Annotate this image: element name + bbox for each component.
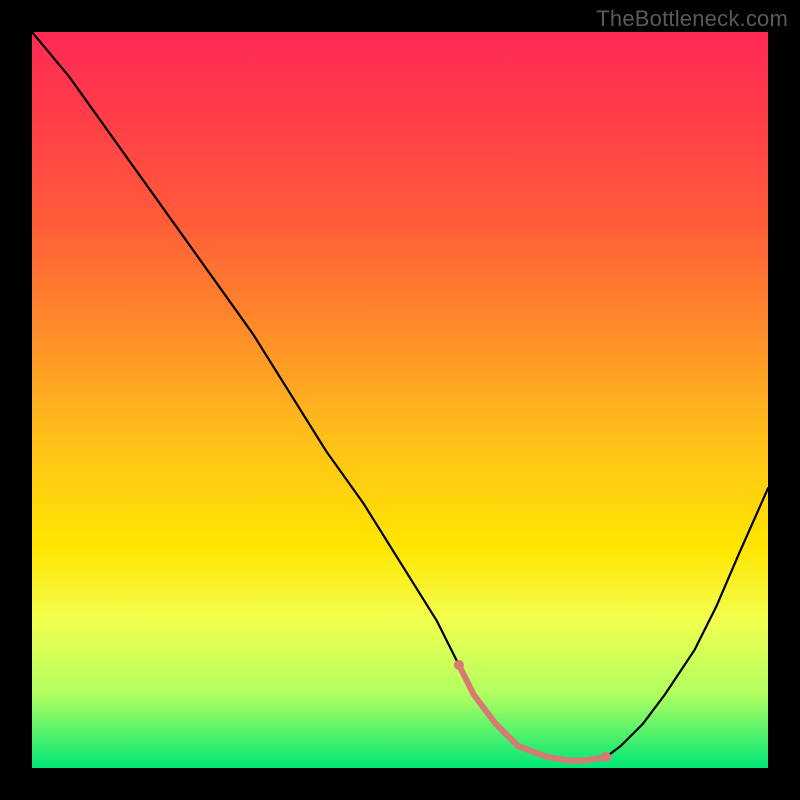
band-end-right: [601, 752, 611, 762]
watermark-text: TheBottleneck.com: [596, 6, 788, 32]
chart-frame: TheBottleneck.com: [0, 0, 800, 800]
band-end-left: [454, 660, 464, 670]
plot-svg: [32, 32, 768, 768]
optimal-band-path: [459, 665, 606, 761]
bottleneck-curve-path: [32, 32, 768, 761]
plot-area: [32, 32, 768, 768]
